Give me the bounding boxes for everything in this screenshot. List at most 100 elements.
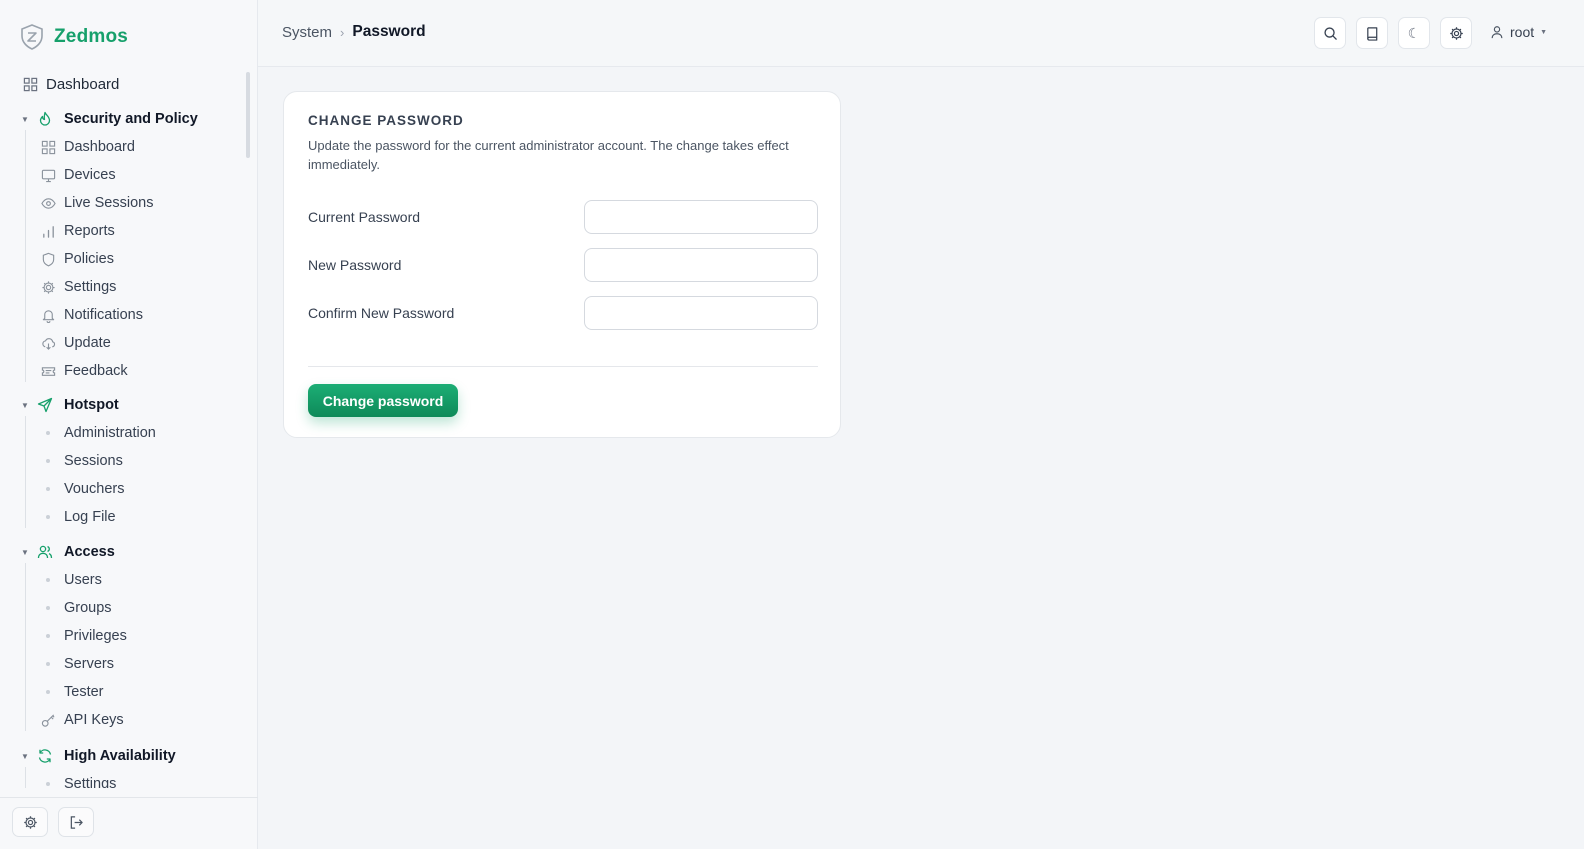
sidebar-item-label: Dashboard	[64, 139, 135, 155]
sidebar-group-label: High Availability	[64, 748, 176, 764]
sidebar-group-label: Access	[64, 544, 115, 560]
change-password-card: CHANGE PASSWORD Update the password for …	[283, 91, 841, 438]
sidebar-item-ha-settings[interactable]: Settings	[40, 772, 116, 788]
bullet-icon	[40, 431, 56, 435]
bar-chart-icon	[40, 223, 56, 239]
sidebar-item-sessions[interactable]: Sessions	[40, 449, 123, 473]
chevron-right-icon: ›	[340, 24, 345, 40]
sidebar-item-label: Groups	[64, 600, 112, 616]
new-password-label: New Password	[308, 257, 402, 273]
tree-guide-line	[25, 416, 26, 528]
username: root	[1510, 24, 1535, 40]
confirm-password-field[interactable]	[584, 296, 818, 330]
refresh-icon	[36, 747, 54, 765]
sidebar-item-label: Live Sessions	[64, 195, 154, 211]
bell-icon	[40, 307, 56, 323]
sidebar-item-label: Reports	[64, 223, 115, 239]
sidebar-group-label: Hotspot	[64, 397, 119, 413]
logout-button[interactable]	[58, 807, 94, 837]
settings-button[interactable]	[1440, 17, 1472, 49]
sidebar-item-servers[interactable]: Servers	[40, 652, 114, 676]
tree-guide-line	[25, 767, 26, 788]
chevron-down-icon: ▼	[1540, 28, 1548, 36]
sidebar-item-reports[interactable]: Reports	[40, 219, 115, 243]
sidebar-item-label: Settings	[64, 776, 117, 788]
sidebar-item-feedback[interactable]: Feedback	[40, 359, 128, 383]
sidebar-item-live-sessions[interactable]: Live Sessions	[40, 191, 153, 215]
sidebar-item-label: Dashboard	[46, 75, 120, 93]
brand-name: Zedmos	[54, 26, 129, 47]
sidebar-item-log-file[interactable]: Log File	[40, 505, 116, 529]
brand[interactable]: Zedmos	[20, 24, 128, 50]
bullet-icon	[40, 634, 56, 638]
monitor-icon	[40, 167, 56, 183]
book-icon	[1365, 26, 1380, 41]
sidebar-item-notifications[interactable]: Notifications	[40, 303, 143, 327]
sidebar-item-groups[interactable]: Groups	[40, 596, 112, 620]
search-icon	[1323, 26, 1338, 41]
current-password-label: Current Password	[308, 209, 421, 225]
sidebar-item-policies[interactable]: Policies	[40, 247, 114, 271]
tree-guide-line	[25, 130, 26, 382]
sidebar-group-hotspot[interactable]: ▼ Hotspot	[20, 393, 119, 417]
sidebar-item-label: Log File	[64, 509, 116, 525]
theme-toggle-button[interactable]: ☾	[1398, 17, 1430, 49]
sidebar-item-tester[interactable]: Tester	[40, 680, 104, 704]
sidebar-item-devices[interactable]: Devices	[40, 163, 116, 187]
breadcrumb-parent[interactable]: System	[282, 24, 332, 41]
bullet-icon	[40, 487, 56, 491]
sidebar-item-settings[interactable]: Settings	[40, 275, 116, 299]
sidebar-item-label: Privileges	[64, 628, 127, 644]
sidebar-group-high-availability[interactable]: ▼ High Availability	[20, 744, 176, 768]
sidebar-item-label: Devices	[64, 167, 116, 183]
bullet-icon	[40, 515, 56, 519]
sidebar-item-dashboard[interactable]: Dashboard	[22, 72, 119, 96]
change-password-button[interactable]: Change password	[308, 384, 458, 417]
confirm-password-row: Confirm New Password	[308, 296, 818, 330]
user-menu[interactable]: root ▼	[1490, 24, 1547, 40]
sidebar-item-administration[interactable]: Administration	[40, 421, 156, 445]
shield-icon	[40, 251, 56, 267]
sidebar-item-users[interactable]: Users	[40, 568, 102, 592]
chevron-down-icon: ▼	[21, 400, 29, 410]
sidebar-item-security-dashboard[interactable]: Dashboard	[40, 135, 135, 159]
chevron-down-icon: ▼	[21, 547, 29, 557]
search-button[interactable]	[1314, 17, 1346, 49]
confirm-password-label: Confirm New Password	[308, 305, 455, 321]
new-password-row: New Password	[308, 248, 818, 282]
bullet-icon	[40, 690, 56, 694]
key-icon	[40, 712, 56, 728]
current-password-field[interactable]	[584, 200, 818, 234]
sidebar-item-label: Update	[64, 335, 111, 351]
sidebar-item-privileges[interactable]: Privileges	[40, 624, 127, 648]
sidebar-item-label: API Keys	[64, 712, 124, 728]
tree-guide-line	[25, 563, 26, 731]
sidebar-item-label: Administration	[64, 425, 156, 441]
sidebar-item-vouchers[interactable]: Vouchers	[40, 477, 124, 501]
logout-icon	[69, 815, 84, 830]
settings-button[interactable]	[12, 807, 48, 837]
current-password-row: Current Password	[308, 200, 818, 234]
sidebar-item-label: Users	[64, 572, 102, 588]
docs-button[interactable]	[1356, 17, 1388, 49]
sidebar-group-security-and-policy[interactable]: ▼ Security and Policy	[20, 107, 198, 131]
card-description: Update the password for the current admi…	[308, 138, 789, 172]
sidebar-group-access[interactable]: ▼ Access	[20, 540, 115, 564]
sidebar-item-api-keys[interactable]: API Keys	[40, 708, 124, 732]
eye-icon	[40, 195, 56, 211]
sidebar-item-label: Feedback	[64, 363, 128, 379]
cloud-download-icon	[40, 335, 56, 351]
moon-icon: ☾	[1407, 24, 1421, 41]
sidebar-item-label: Policies	[64, 251, 114, 267]
new-password-field[interactable]	[584, 248, 818, 282]
gear-icon	[40, 279, 56, 295]
flame-icon	[36, 110, 54, 128]
dashboard-icon	[22, 76, 38, 92]
ticket-icon	[40, 363, 56, 379]
user-icon	[1490, 25, 1504, 39]
bullet-icon	[40, 578, 56, 582]
bullet-icon	[40, 606, 56, 610]
bullet-icon	[40, 782, 56, 786]
page-title: Password	[352, 23, 426, 40]
sidebar-item-update[interactable]: Update	[40, 331, 111, 355]
